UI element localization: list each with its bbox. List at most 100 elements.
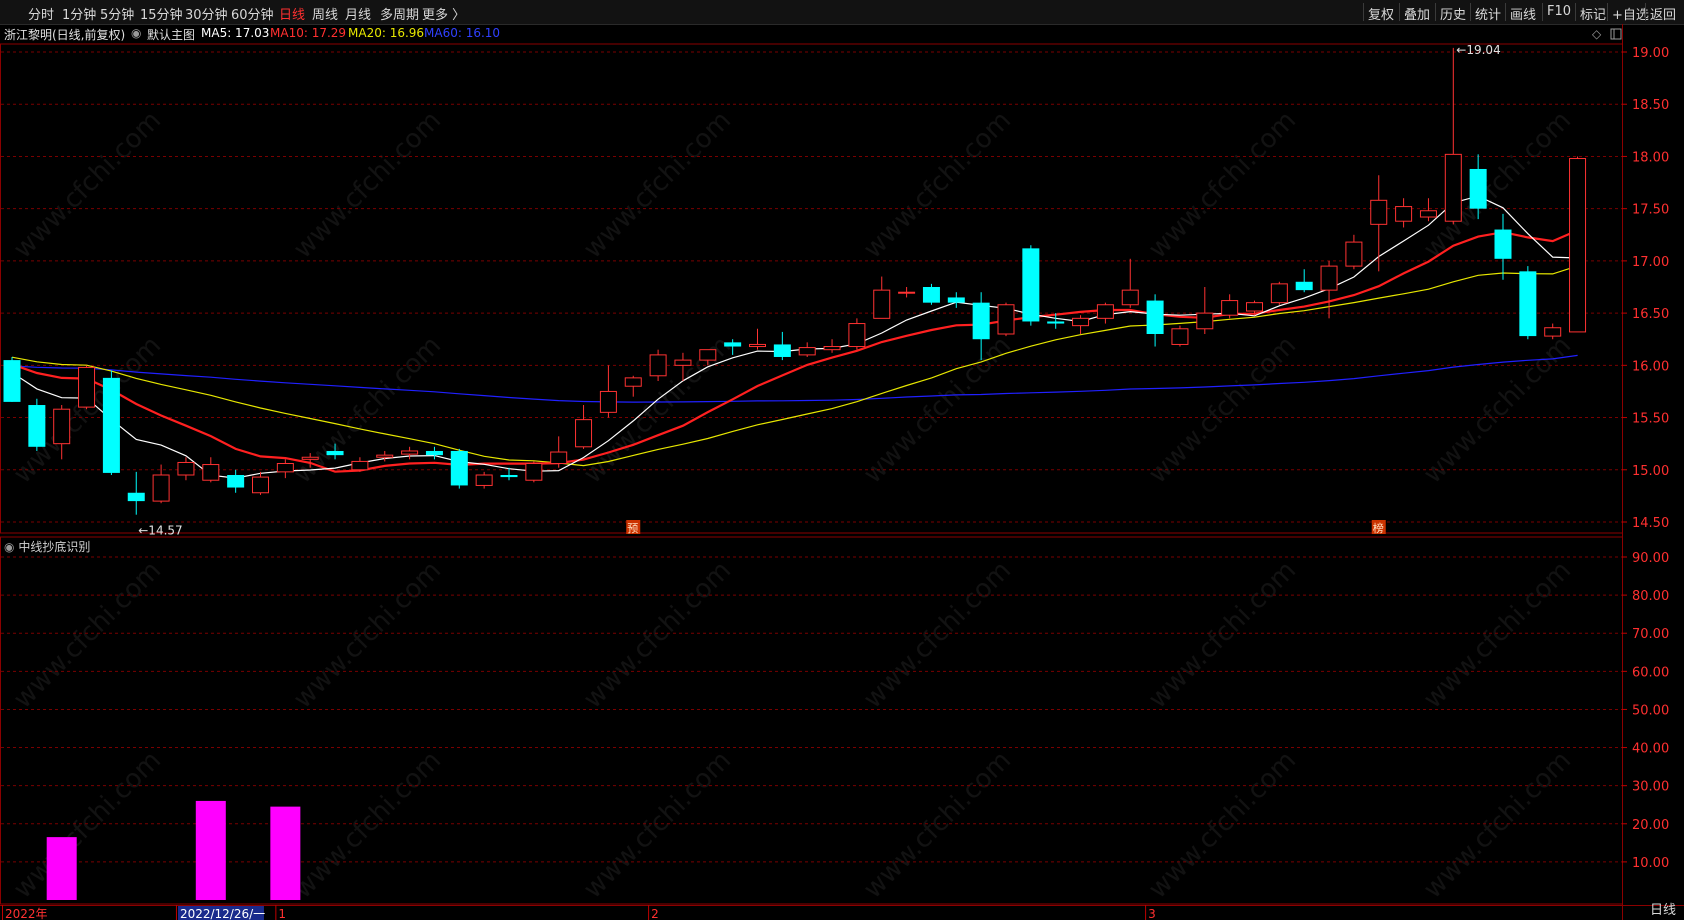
- kline-chart[interactable]: 19.00 18.50 18.00 17.50 17.00 16.50 16.00 15.50…: [0, 0, 1684, 920]
- candle-body-up: [550, 451, 568, 465]
- candle-body-up: [1320, 265, 1338, 291]
- price-tick-label: 18.50: [1632, 98, 1669, 113]
- ma5-line: [11, 195, 1578, 479]
- candle-body-up: [599, 390, 617, 413]
- candle-body-up: [351, 460, 369, 471]
- indicator-dropdown-icon[interactable]: ◉: [4, 540, 14, 554]
- candle-body-up: [78, 366, 96, 408]
- main-chart-frame: [0, 43, 1623, 534]
- event-marker-text: 预: [627, 522, 638, 535]
- candle-body-up: [1419, 210, 1437, 218]
- candle-body-up: [848, 323, 866, 348]
- candle-body-up: [53, 408, 71, 445]
- candle-body-down: [1146, 300, 1164, 334]
- ma60-line: [11, 354, 1578, 403]
- event-marker-text: 榜: [1373, 521, 1384, 535]
- candle-body-up: [1544, 327, 1562, 337]
- price-tick-label: 15.50: [1632, 412, 1669, 427]
- candle-body-down: [947, 297, 965, 303]
- indicator-bar: [270, 806, 301, 900]
- candle-body-down: [922, 287, 940, 303]
- candle-body-down: [326, 450, 344, 456]
- candle-body-up: [649, 354, 667, 377]
- candle-body-up: [1246, 302, 1263, 312]
- indicator-tick-label: 20.00: [1632, 818, 1669, 833]
- indicator-bar: [46, 837, 77, 900]
- candle-body-up: [1569, 158, 1587, 333]
- indicator-tick-label: 90.00: [1632, 551, 1669, 566]
- candle-body-down: [1295, 281, 1313, 291]
- indicator-tick-label: 50.00: [1632, 703, 1669, 718]
- candle-body-up: [624, 377, 642, 387]
- candle-body-up: [1221, 300, 1239, 316]
- candle-body-down: [102, 377, 120, 473]
- candle-body-down: [773, 344, 791, 357]
- crosshair-date-label: 2022/12/26/一: [180, 907, 265, 920]
- ma10-line: [11, 229, 1579, 473]
- price-tick-label: 16.50: [1632, 307, 1669, 322]
- period-status-label: 日线: [1649, 903, 1676, 918]
- candle-body-up: [1072, 317, 1090, 327]
- diamond-icon: ◇: [1592, 27, 1602, 41]
- candle-body-up: [475, 474, 493, 486]
- time-axis-label: 3: [1148, 907, 1156, 920]
- high-price-annotation: ←19.04: [1456, 43, 1500, 57]
- candle-body-up: [1444, 153, 1462, 222]
- candle-body-up: [1096, 304, 1114, 319]
- candle-body-down: [425, 450, 443, 456]
- candle-body-down: [1494, 229, 1512, 259]
- indicator-tick-label: 30.00: [1632, 780, 1669, 795]
- candle-body-up: [152, 474, 170, 502]
- candle-body-up: [1345, 241, 1363, 267]
- indicator-tick-label: 60.00: [1632, 665, 1669, 680]
- candle-body-up: [575, 419, 593, 448]
- candle-body-down: [1022, 248, 1040, 322]
- candle-body-up: [177, 461, 195, 476]
- indicator-title: ◉ 中线抄底识别: [4, 538, 90, 555]
- candle-body-up: [674, 359, 692, 366]
- candle-body-up: [525, 463, 543, 481]
- candle-body-up: [202, 464, 220, 481]
- candle-body-down: [28, 405, 46, 447]
- candle-body-up: [1395, 206, 1413, 222]
- candle-body-up: [1171, 328, 1189, 345]
- candle-body-down: [1047, 321, 1065, 324]
- price-tick-label: 17.50: [1632, 203, 1669, 218]
- candle-body-up: [252, 476, 269, 494]
- candle-body-up: [823, 346, 841, 351]
- indicator-bar: [195, 800, 226, 900]
- candle-body-down: [227, 475, 245, 488]
- candle-body-up: [898, 291, 916, 294]
- candle-body-down: [1519, 271, 1537, 337]
- candle-body-down: [972, 302, 990, 340]
- candle-body-up: [376, 454, 394, 458]
- price-tick-label: 19.00: [1632, 46, 1669, 61]
- price-tick-label: 14.50: [1632, 516, 1669, 531]
- candle-body-up: [1270, 283, 1288, 304]
- candle-body-up: [1196, 312, 1214, 330]
- time-axis-label: 2: [651, 907, 659, 920]
- candle-body-down: [3, 360, 21, 402]
- indicator-tick-label: 80.00: [1632, 589, 1669, 604]
- candle-body-up: [1121, 289, 1139, 306]
- price-tick-label: 17.00: [1632, 255, 1669, 270]
- price-tick-label: 16.00: [1632, 359, 1669, 374]
- candle-body-down: [127, 492, 145, 502]
- candle-body-up: [798, 347, 816, 356]
- price-tick-label: 15.00: [1632, 464, 1669, 479]
- candle-body-up: [401, 450, 419, 455]
- indicator-tick-label: 40.00: [1632, 742, 1669, 757]
- time-axis-label: 2022年: [5, 907, 48, 920]
- indicator-tick-label: 70.00: [1632, 627, 1669, 642]
- candle-body-down: [724, 342, 742, 347]
- indicator-frame: [0, 536, 1623, 905]
- candle-body-down: [450, 450, 468, 486]
- low-price-annotation: ←14.57: [138, 524, 182, 538]
- candle-body-up: [276, 463, 294, 473]
- indicator-name[interactable]: 中线抄底识别: [18, 540, 90, 554]
- candle-body-down: [500, 475, 518, 478]
- price-tick-label: 18.00: [1632, 150, 1669, 165]
- candle-body-up: [997, 304, 1015, 335]
- candle-body-up: [301, 456, 319, 460]
- indicator-tick-label: 10.00: [1632, 856, 1669, 871]
